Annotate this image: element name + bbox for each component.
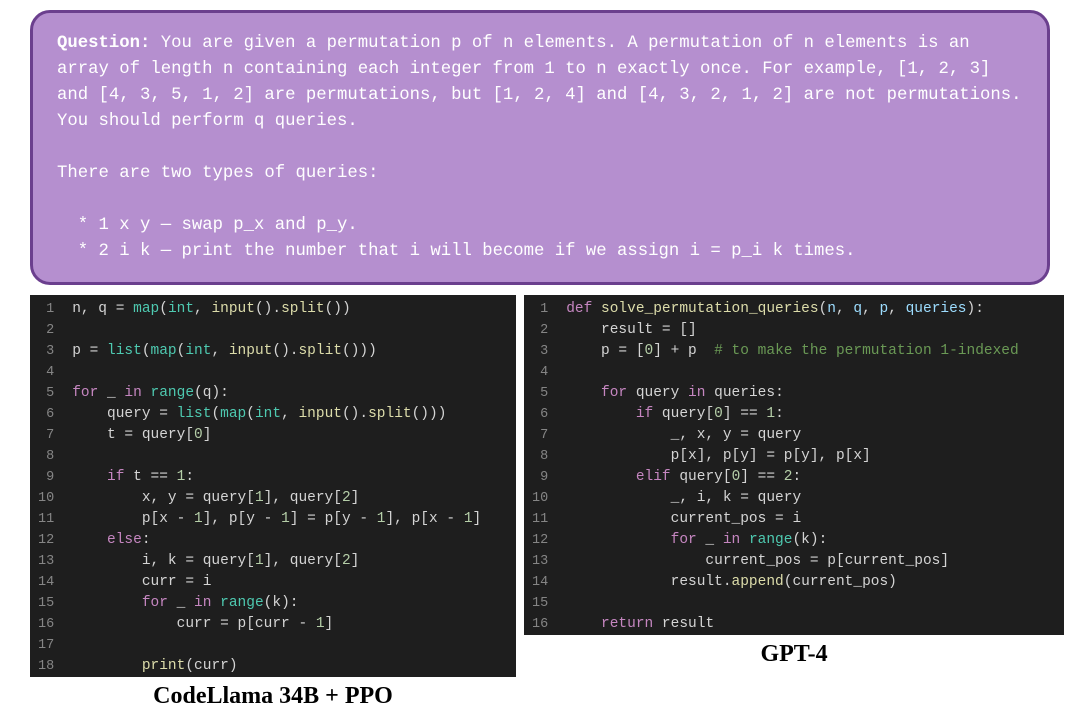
code-block-right: 12345678910111213141516 def solve_permut… xyxy=(524,295,1064,635)
right-column: 12345678910111213141516 def solve_permut… xyxy=(524,295,1064,710)
code-content-right: def solve_permutation_queries(n, q, p, q… xyxy=(558,295,1027,635)
question-body: You are given a permutation p of n eleme… xyxy=(57,34,1032,131)
code-panels: 123456789101112131415161718 n, q = map(i… xyxy=(30,295,1050,710)
question-bullet-2: * 2 i k — print the number that i will b… xyxy=(57,242,856,261)
question-sub1: There are two types of queries: xyxy=(57,164,378,183)
caption-right: GPT-4 xyxy=(524,641,1064,668)
question-bullet-1: * 1 x y — swap p_x and p_y. xyxy=(57,216,358,235)
gutter-right: 12345678910111213141516 xyxy=(524,295,558,635)
caption-left: CodeLlama 34B + PPO xyxy=(30,683,516,710)
question-box: Question: You are given a permutation p … xyxy=(30,10,1050,285)
gutter-left: 123456789101112131415161718 xyxy=(30,295,64,677)
code-content-left: n, q = map(int, input().split())p = list… xyxy=(64,295,489,677)
question-label: Question: xyxy=(57,34,150,53)
code-block-left: 123456789101112131415161718 n, q = map(i… xyxy=(30,295,516,677)
left-column: 123456789101112131415161718 n, q = map(i… xyxy=(30,295,516,710)
